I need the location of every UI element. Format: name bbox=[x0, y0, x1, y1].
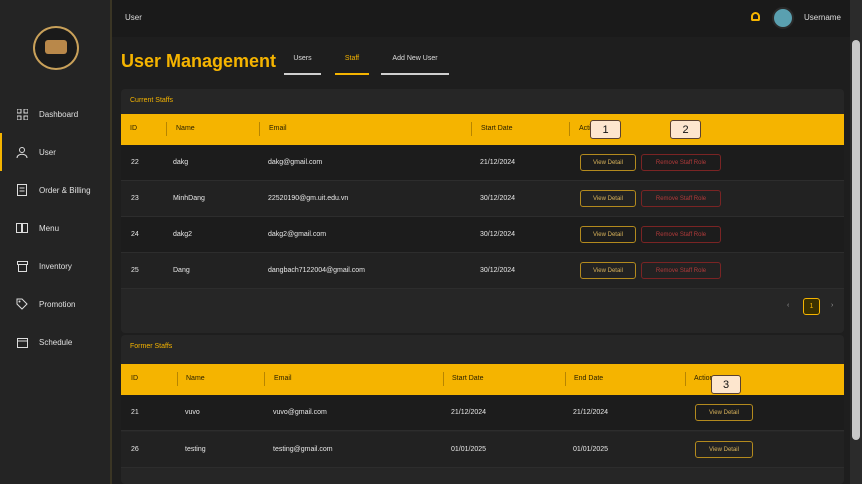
column-header: Start Date bbox=[452, 375, 484, 382]
view-detail-button[interactable]: View Detail bbox=[580, 262, 636, 279]
sidebar-item-label: User bbox=[39, 147, 56, 157]
remove-staff-role-button[interactable]: Remove Staff Role bbox=[641, 190, 721, 207]
book-icon bbox=[15, 221, 29, 235]
view-detail-button[interactable]: View Detail bbox=[695, 404, 753, 421]
sidebar-item-dashboard[interactable]: Dashboard bbox=[0, 95, 112, 133]
cell-start-date: 21/12/2024 bbox=[480, 159, 516, 166]
username-label[interactable]: Username bbox=[804, 13, 841, 22]
current-staffs-panel: Current Staffs ID Name Email Start Date … bbox=[121, 89, 844, 333]
cell-id: 22 bbox=[131, 159, 139, 166]
table-header: ID Name Email Start Date Action bbox=[121, 114, 844, 145]
column-header: Email bbox=[274, 375, 292, 382]
sidebar-item-inventory[interactable]: Inventory bbox=[0, 247, 112, 285]
grid-icon bbox=[15, 107, 29, 121]
remove-staff-role-button[interactable]: Remove Staff Role bbox=[641, 226, 721, 243]
view-detail-button[interactable]: View Detail bbox=[580, 154, 636, 171]
sidebar-nav: Dashboard User Order & Billing Menu Inve… bbox=[0, 95, 112, 361]
brand-logo bbox=[33, 26, 79, 70]
cell-email: dakg2@gmail.com bbox=[268, 231, 327, 238]
table-row: 25 Dang dangbach7122004@gmail.com 30/12/… bbox=[121, 253, 844, 289]
pagination-page[interactable]: 1 bbox=[803, 298, 820, 315]
bell-icon[interactable] bbox=[751, 12, 760, 21]
panel-title: Current Staffs bbox=[130, 97, 174, 104]
cell-end-date: 01/01/2025 bbox=[573, 446, 609, 453]
sidebar-item-user[interactable]: User bbox=[0, 133, 112, 171]
box-icon bbox=[15, 259, 29, 273]
cell-name: vuvo bbox=[185, 409, 200, 416]
scrollbar-thumb[interactable] bbox=[852, 40, 860, 440]
sidebar-item-label: Promotion bbox=[39, 299, 76, 309]
cell-email: vuvo@gmail.com bbox=[273, 409, 327, 416]
annotation-badge: 2 bbox=[670, 120, 701, 139]
view-detail-button[interactable]: View Detail bbox=[580, 190, 636, 207]
cell-id: 21 bbox=[131, 409, 139, 416]
sidebar-item-promotion[interactable]: Promotion bbox=[0, 285, 112, 323]
pagination-next[interactable]: › bbox=[831, 302, 833, 309]
cell-start-date: 21/12/2024 bbox=[451, 409, 487, 416]
cell-start-date: 01/01/2025 bbox=[451, 446, 487, 453]
table-row: 21 vuvo vuvo@gmail.com 21/12/2024 21/12/… bbox=[121, 395, 844, 431]
cell-name: dakg bbox=[173, 159, 189, 166]
cell-email: dangbach7122004@gmail.com bbox=[268, 267, 366, 274]
calendar-icon bbox=[15, 335, 29, 349]
sidebar-item-label: Inventory bbox=[39, 261, 72, 271]
cell-id: 24 bbox=[131, 231, 139, 238]
remove-staff-role-button[interactable]: Remove Staff Role bbox=[641, 154, 721, 171]
table-row: 22 dakg dakg@gmail.com 21/12/2024 View D… bbox=[121, 145, 844, 181]
page-title: User Management bbox=[121, 51, 277, 71]
tag-icon bbox=[15, 297, 29, 311]
sidebar-item-order-billing[interactable]: Order & Billing bbox=[0, 171, 112, 209]
cell-email: 22520190@gm.uit.edu.vn bbox=[268, 195, 349, 202]
cell-start-date: 30/12/2024 bbox=[480, 267, 516, 274]
view-detail-button[interactable]: View Detail bbox=[580, 226, 636, 243]
column-header: Email bbox=[269, 125, 287, 132]
cell-id: 26 bbox=[131, 446, 139, 453]
column-header: ID bbox=[131, 375, 138, 382]
cell-start-date: 30/12/2024 bbox=[480, 195, 516, 202]
avatar[interactable] bbox=[772, 7, 794, 29]
column-header: Name bbox=[186, 375, 205, 382]
sidebar: Dashboard User Order & Billing Menu Inve… bbox=[0, 0, 112, 484]
cell-name: testing bbox=[185, 446, 206, 453]
tab-staff[interactable]: Staff bbox=[335, 55, 369, 75]
cell-email: testing@gmail.com bbox=[273, 446, 333, 453]
table-row: 26 testing testing@gmail.com 01/01/2025 … bbox=[121, 432, 844, 468]
cell-id: 25 bbox=[131, 267, 139, 274]
cell-email: dakg@gmail.com bbox=[268, 159, 323, 166]
sidebar-item-schedule[interactable]: Schedule bbox=[0, 323, 112, 361]
table-row: 23 MinhDang 22520190@gm.uit.edu.vn 30/12… bbox=[121, 181, 844, 217]
sidebar-item-label: Schedule bbox=[39, 337, 73, 347]
sidebar-item-label: Dashboard bbox=[39, 109, 79, 119]
tab-users[interactable]: Users bbox=[284, 55, 321, 75]
annotation-badge: 1 bbox=[590, 120, 621, 139]
cell-name: dakg2 bbox=[173, 231, 193, 238]
annotation-badge: 3 bbox=[711, 375, 741, 394]
cell-name: Dang bbox=[173, 267, 190, 274]
former-staffs-panel: Former Staffs ID Name Email Start Date E… bbox=[121, 335, 844, 484]
user-icon bbox=[15, 145, 29, 159]
column-header: Start Date bbox=[481, 125, 513, 132]
cell-name: MinhDang bbox=[173, 195, 205, 202]
cell-start-date: 30/12/2024 bbox=[480, 231, 516, 238]
column-header: ID bbox=[130, 125, 137, 132]
sidebar-item-label: Order & Billing bbox=[39, 185, 91, 195]
cell-end-date: 21/12/2024 bbox=[573, 409, 609, 416]
panel-title: Former Staffs bbox=[130, 343, 173, 350]
receipt-icon bbox=[15, 183, 29, 197]
cell-id: 23 bbox=[131, 195, 139, 202]
remove-staff-role-button[interactable]: Remove Staff Role bbox=[641, 262, 721, 279]
pagination-prev[interactable]: ‹ bbox=[787, 302, 789, 309]
table-row: 24 dakg2 dakg2@gmail.com 30/12/2024 View… bbox=[121, 217, 844, 253]
topbar: User Username bbox=[112, 0, 850, 37]
column-header: Name bbox=[176, 125, 195, 132]
sidebar-item-label: Menu bbox=[39, 223, 60, 233]
tab-add-new-user[interactable]: Add New User bbox=[381, 55, 449, 75]
breadcrumb: User bbox=[125, 13, 142, 22]
sidebar-item-menu[interactable]: Menu bbox=[0, 209, 112, 247]
view-detail-button[interactable]: View Detail bbox=[695, 441, 753, 458]
column-header: End Date bbox=[574, 375, 604, 382]
